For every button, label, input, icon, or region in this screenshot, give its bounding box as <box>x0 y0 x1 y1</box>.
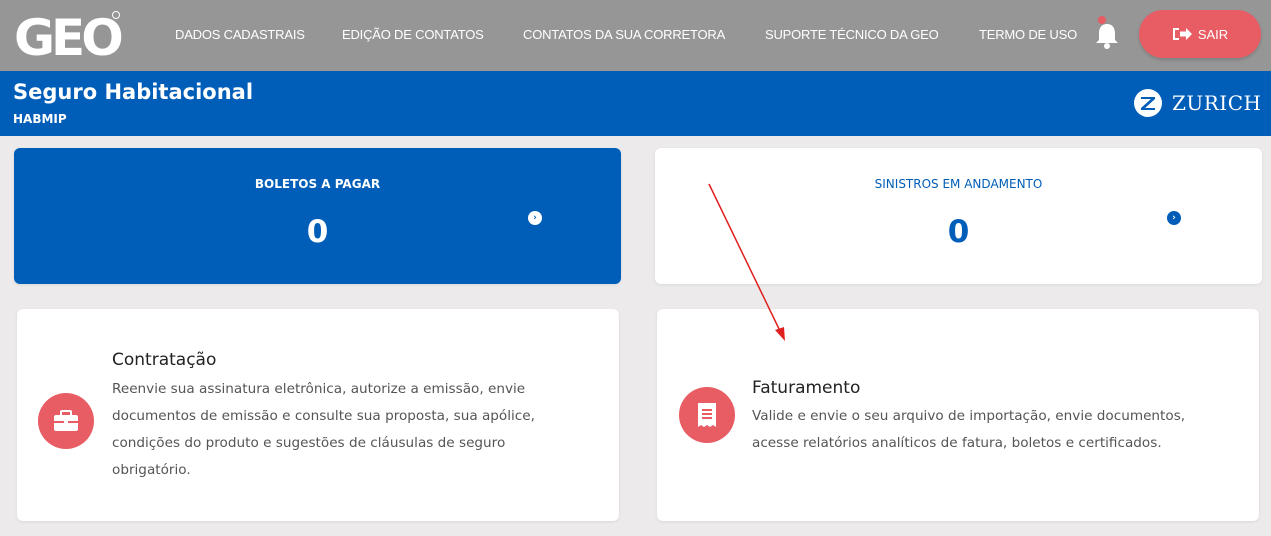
notification-dot <box>1098 16 1106 24</box>
brand-name: ZURICH <box>1172 91 1262 115</box>
page-title: Seguro Habitacional <box>13 80 254 104</box>
stat-card-boletos[interactable]: BOLETOS A PAGAR 0 › <box>14 148 621 284</box>
description-line: obrigatório. <box>112 462 191 478</box>
service-description: Reenvie sua assinatura eletrônica, autor… <box>112 376 535 484</box>
briefcase-icon <box>38 393 94 449</box>
stat-label: SINISTROS EM ANDAMENTO <box>874 177 1043 191</box>
description-line: Valide e envie o seu arquivo de importaç… <box>752 408 1186 424</box>
chevron-right-icon[interactable]: › <box>528 211 542 225</box>
description-line: Reenvie sua assinatura eletrônica, autor… <box>112 381 526 397</box>
stat-label: BOLETOS A PAGAR <box>254 177 381 191</box>
nav-contatos-da-sua-corretora[interactable]: CONTATOS DA SUA CORRETORA <box>523 27 725 42</box>
description-line: condições do produto e sugestões de cláu… <box>112 435 506 451</box>
service-title: Contratação <box>112 350 217 370</box>
logo-text: GEO <box>14 9 121 61</box>
stat-card-sinistros[interactable]: SINISTROS EM ANDAMENTO 0 › <box>655 148 1262 284</box>
logout-icon <box>1172 28 1192 40</box>
service-title: Faturamento <box>752 378 861 398</box>
page-subtitle: HABMIP <box>13 112 67 126</box>
zurich-logo-icon <box>1134 89 1162 117</box>
chevron-right-icon[interactable]: › <box>1167 211 1181 225</box>
nav-dados-cadastrais[interactable]: DADOS CADASTRAIS <box>175 27 305 42</box>
zurich-brand: ZURICH <box>1133 88 1261 118</box>
service-description: Valide e envie o seu arquivo de importaç… <box>752 403 1185 457</box>
bell-icon[interactable] <box>1094 18 1120 50</box>
nav-suporte-tecnico[interactable]: SUPORTE TÉCNICO DA GEO <box>765 27 939 42</box>
service-card-faturamento[interactable]: Faturamento Valide e envie o seu arquivo… <box>657 309 1259 521</box>
description-line: documentos de emissão e consulte sua pro… <box>112 408 535 424</box>
nav-termo-de-uso[interactable]: TERMO DE USO <box>979 27 1077 42</box>
geo-logo-mark: GEO <box>14 9 122 61</box>
logout-label: SAIR <box>1197 26 1229 42</box>
service-card-contratacao[interactable]: Contratação Reenvie sua assinatura eletr… <box>17 309 619 521</box>
logout-button[interactable]: SAIR <box>1139 10 1261 58</box>
top-navigation-bar: GEO DADOS CADASTRAIS EDIÇÃO DE CONTATOS … <box>0 0 1271 71</box>
geo-logo[interactable]: GEO <box>12 9 122 61</box>
receipt-icon <box>679 387 735 443</box>
description-line: acesse relatórios analíticos de fatura, … <box>752 435 1162 451</box>
nav-edicao-de-contatos[interactable]: EDIÇÃO DE CONTATOS <box>342 27 484 42</box>
